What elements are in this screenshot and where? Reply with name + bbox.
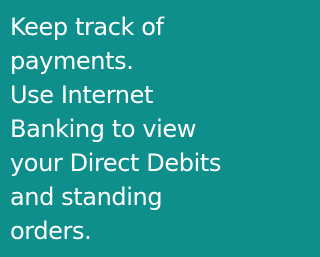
- promo-panel: Keep track of payments. Use Internet Ban…: [0, 0, 273, 257]
- promo-line-1: Keep track of: [10, 13, 164, 41]
- promo-line-2: payments.: [10, 47, 134, 75]
- promo-line-6: and standing: [10, 183, 163, 211]
- promo-line-5: your Direct Debits: [10, 149, 221, 177]
- promo-line-4: Banking to view: [10, 115, 197, 143]
- promo-line-7: orders.: [10, 217, 92, 245]
- promo-line-3: Use Internet: [10, 81, 153, 109]
